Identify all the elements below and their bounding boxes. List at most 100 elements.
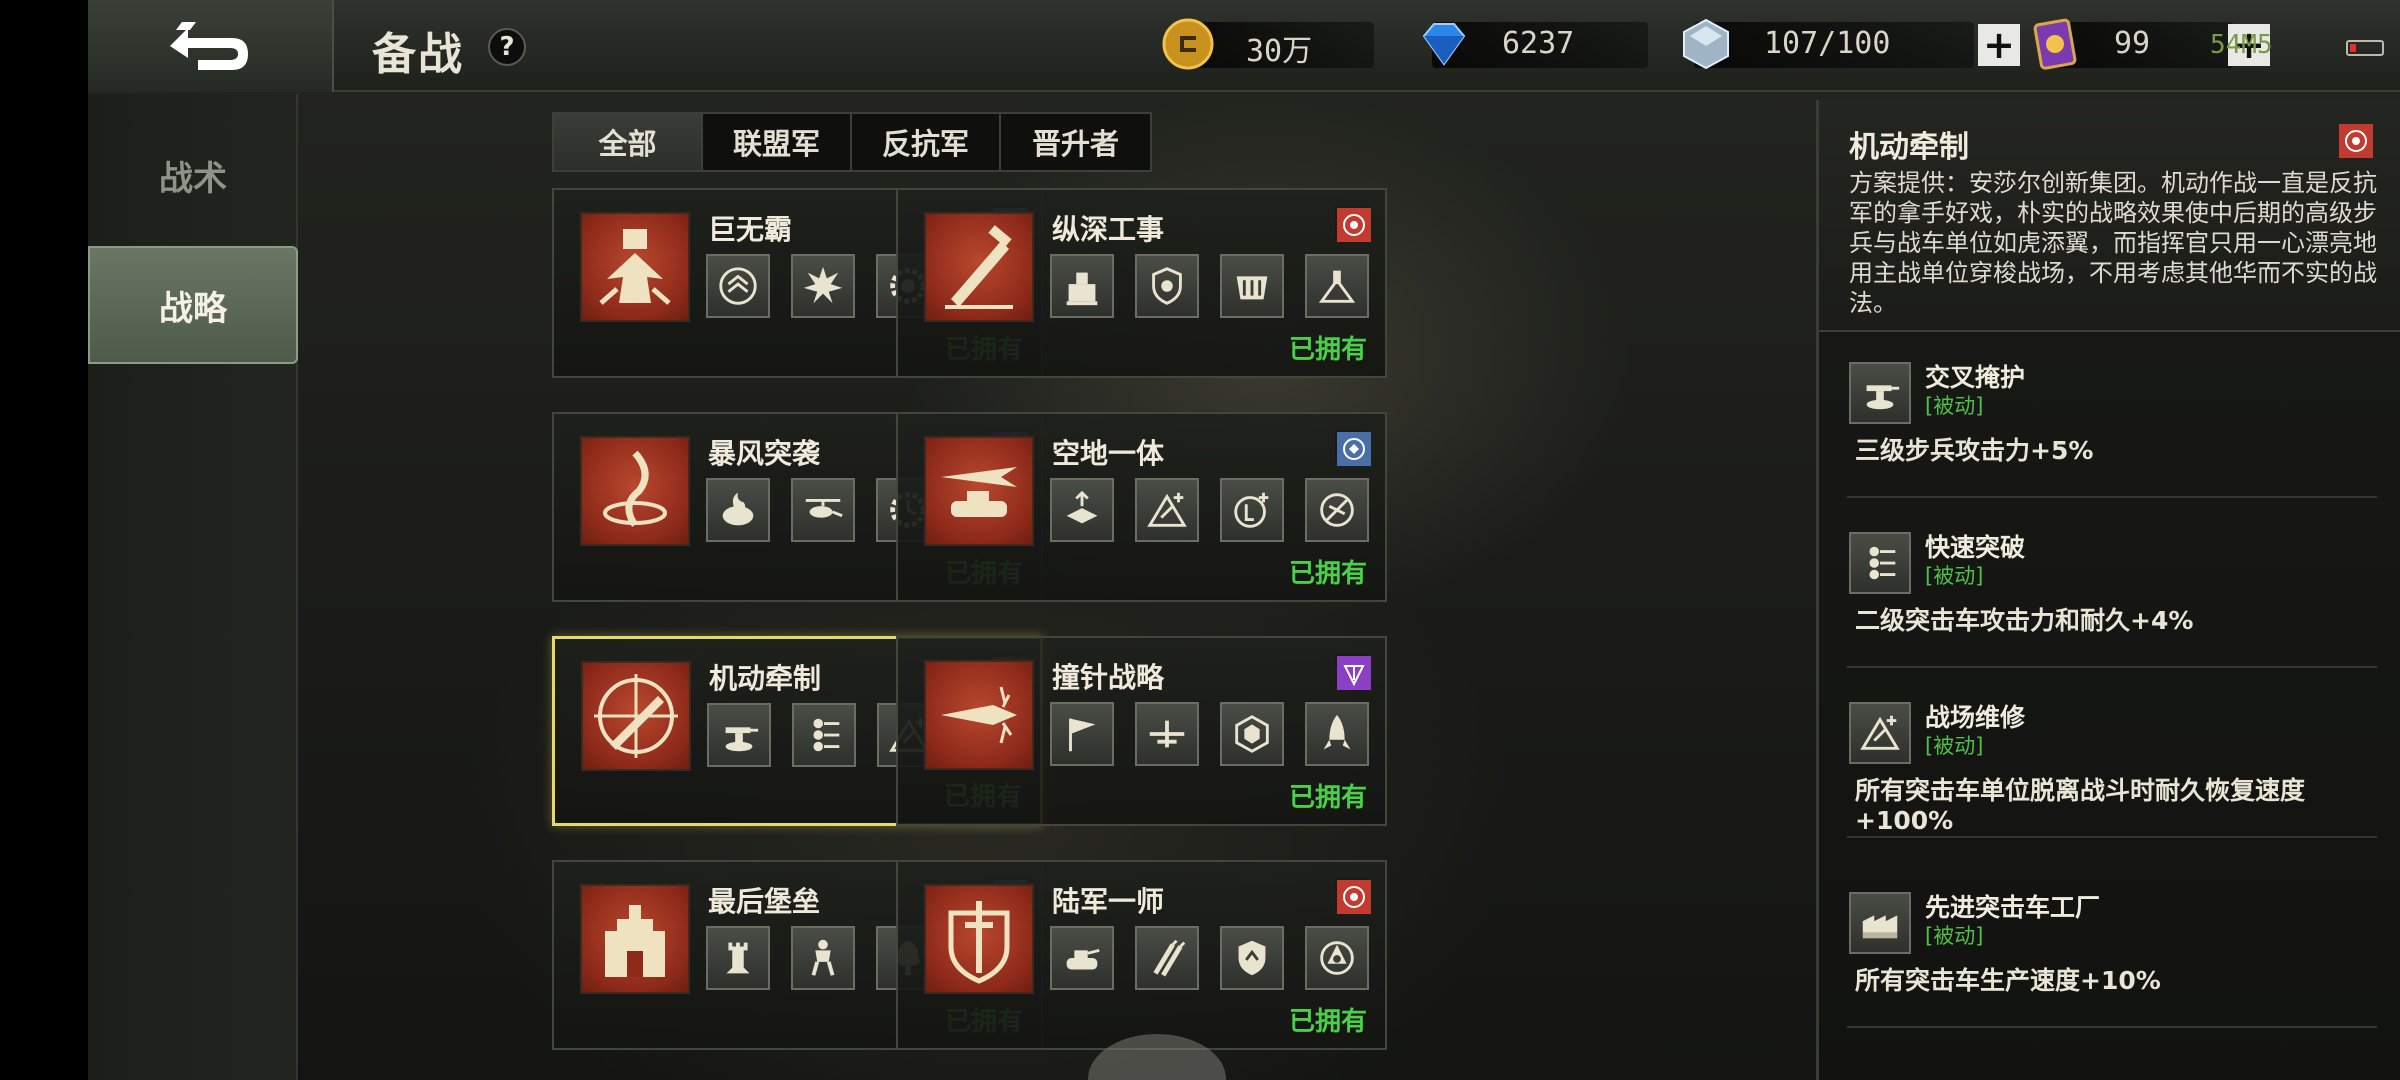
shield-up-icon xyxy=(1238,940,1266,976)
skill-slot[interactable] xyxy=(706,478,770,542)
game-screen: 备战 ? 30万 6237 107/100 + 99 + 54M5 战术 战略 … xyxy=(88,0,2400,1080)
skill-slot[interactable] xyxy=(1220,254,1284,318)
fuel-plus-icon xyxy=(1234,492,1269,528)
card-title: 撞针战略 xyxy=(1052,661,1165,694)
gold-coin-icon xyxy=(1162,18,1214,70)
skill-slot[interactable] xyxy=(1050,254,1114,318)
help-button[interactable]: ? xyxy=(488,28,526,66)
skill-slot[interactable] xyxy=(1135,702,1199,766)
storm-raid-emblem-icon xyxy=(603,450,667,528)
card-ram-strategy[interactable]: 撞针战略 已拥有 xyxy=(896,636,1387,826)
last-bastion-emblem-icon xyxy=(605,905,665,977)
skill-slot[interactable] xyxy=(791,478,855,542)
sidebar-item-strategy[interactable]: 战略 xyxy=(88,246,298,364)
fire-unit-icon xyxy=(722,492,754,526)
skill-slot[interactable] xyxy=(706,926,770,990)
ability-tag: [被动] xyxy=(1925,394,1984,418)
skill-slot[interactable] xyxy=(1220,926,1284,990)
fast-breach-icon xyxy=(813,718,840,752)
skill-slot[interactable] xyxy=(1050,926,1114,990)
detail-description: 方案提供：安莎尔创新集团。机动作战一直是反抗军的拿手好戏，朴实的战略效果使中后期… xyxy=(1849,169,2377,317)
detail-title: 机动牵制 xyxy=(1849,130,1969,165)
back-button[interactable] xyxy=(88,0,334,92)
owned-status: 已拥有 xyxy=(1288,1007,1367,1037)
tab-all[interactable]: 全部 xyxy=(554,114,703,170)
skill-slot[interactable] xyxy=(1305,254,1369,318)
skill-slot[interactable] xyxy=(1220,478,1284,542)
skill-icon-row xyxy=(1050,702,1369,766)
fortress-icon xyxy=(1066,272,1098,306)
strategy-emblem xyxy=(581,661,691,771)
strategy-emblem xyxy=(924,212,1034,322)
skill-slot[interactable] xyxy=(706,254,770,318)
chevron-rank-icon xyxy=(719,267,757,305)
ability-tag: [被动] xyxy=(1925,564,1984,588)
alliance-faction-icon xyxy=(1337,432,1371,466)
crystal-icon xyxy=(1683,18,1729,70)
ability-description: 三级步兵攻击力+5% xyxy=(1855,436,2094,465)
sidebar-item-tactics[interactable]: 战术 xyxy=(88,116,298,234)
skill-slot[interactable] xyxy=(707,703,771,767)
resistance-faction-icon xyxy=(1337,208,1371,242)
faction-badge xyxy=(1335,654,1371,690)
skill-icon-row xyxy=(1050,254,1369,318)
skill-slot[interactable] xyxy=(791,926,855,990)
strategy-emblem xyxy=(580,436,690,546)
card-ticket-icon xyxy=(2033,18,2077,70)
skill-icon-row xyxy=(1050,478,1369,542)
tab-ascendant[interactable]: 晋升者 xyxy=(1001,114,1150,170)
skill-slot[interactable] xyxy=(792,703,856,767)
skill-slot[interactable] xyxy=(791,254,855,318)
ability-description: 二级突击车攻击力和耐久+4% xyxy=(1855,606,2194,635)
card-title: 陆军一师 xyxy=(1052,885,1165,918)
factory-icon xyxy=(1862,915,1898,939)
card-title: 机动牵制 xyxy=(709,662,822,695)
ability-icon xyxy=(1849,702,1911,764)
skill-slot[interactable] xyxy=(1135,478,1199,542)
skill-slot[interactable] xyxy=(1305,926,1369,990)
owned-status: 已拥有 xyxy=(1288,559,1367,589)
ability-advanced-factory: 先进突击车工厂 [被动] 所有突击车生产速度+10% xyxy=(1847,868,2377,1028)
skill-slot[interactable] xyxy=(1135,926,1199,990)
faction-badge xyxy=(1335,206,1371,242)
card-first-division[interactable]: 陆军一师已拥有 xyxy=(896,860,1387,1050)
ability-fast-breach: 快速突破 [被动] 二级突击车攻击力和耐久+4% xyxy=(1847,508,2377,668)
tab-alliance[interactable]: 联盟军 xyxy=(703,114,852,170)
detail-header: 机动牵制 方案提供：安莎尔创新集团。机动作战一直是反抗军的拿手好戏，朴实的战略效… xyxy=(1819,100,2400,332)
tab-resistance[interactable]: 反抗军 xyxy=(852,114,1001,170)
missiles-icon xyxy=(1153,939,1186,977)
ascendant-faction-icon xyxy=(1337,656,1371,690)
skill-slot[interactable] xyxy=(1305,702,1369,766)
crystal-value: 107/100 xyxy=(1764,26,1891,61)
faction-tabs: 全部 联盟军 反抗军 晋升者 xyxy=(552,112,1152,172)
first-division-emblem-icon xyxy=(948,901,1010,984)
skill-slot[interactable] xyxy=(1305,478,1369,542)
strategy-detail-panel: 机动牵制 方案提供：安莎尔创新集团。机动作战一直是反抗军的拿手好戏，朴实的战略效… xyxy=(1816,100,2400,1080)
sniper-scope-emblem-icon xyxy=(594,674,678,758)
add-crystals-button[interactable]: + xyxy=(1978,24,2020,66)
strategy-emblem xyxy=(924,884,1034,994)
strategy-emblem xyxy=(580,212,690,322)
shield-badge-icon xyxy=(1152,267,1182,305)
skill-slot[interactable] xyxy=(1050,702,1114,766)
card-title: 最后堡垒 xyxy=(708,885,821,918)
card-depth-fortification[interactable]: 纵深工事 已拥有 xyxy=(896,188,1387,378)
repair-plus-icon xyxy=(1147,492,1187,527)
card-air-land[interactable]: 空地一体 已拥有 xyxy=(896,412,1387,602)
skill-slot[interactable] xyxy=(1050,478,1114,542)
ability-icon xyxy=(1849,362,1911,424)
sidebar-item-label: 战术 xyxy=(159,158,227,199)
explosion-icon xyxy=(803,266,843,304)
owned-status: 已拥有 xyxy=(1288,335,1367,365)
ability-name: 快速突破 xyxy=(1925,533,2026,562)
skill-slot[interactable] xyxy=(1220,702,1284,766)
juggernaut-emblem-icon xyxy=(599,229,671,305)
skill-slot[interactable] xyxy=(1135,254,1199,318)
card-counter: 99 xyxy=(2033,18,2234,70)
diamond-counter: 6237 xyxy=(1422,22,1648,68)
machine-gun-icon xyxy=(725,727,759,752)
ability-icon xyxy=(1849,892,1911,954)
ability-name: 交叉掩护 xyxy=(1925,363,2026,392)
skill-icon-row xyxy=(1050,926,1369,990)
sidebar-item-label: 战略 xyxy=(159,288,227,329)
